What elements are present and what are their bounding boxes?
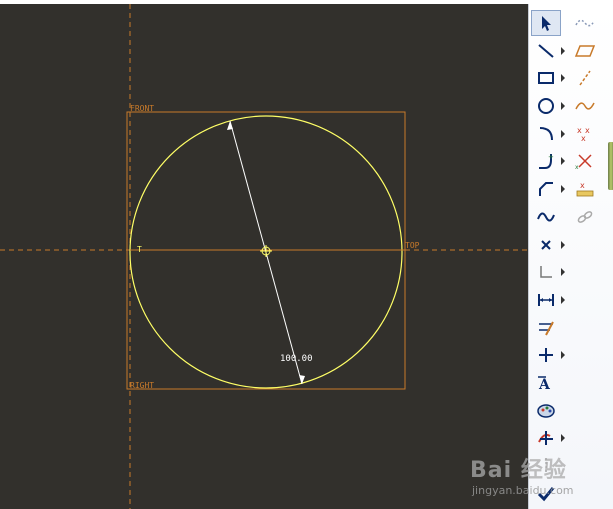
sketch-toolbar: + A x x x x x <box>528 4 613 509</box>
line-tool-button[interactable] <box>531 38 565 64</box>
chain-icon <box>577 210 593 223</box>
palette-tool-button[interactable] <box>531 398 561 424</box>
dropdown-arrow-icon[interactable] <box>561 46 565 55</box>
point-grid-icon: x <box>576 181 594 197</box>
modify-tool-button[interactable] <box>531 315 561 341</box>
svg-text:+: + <box>548 153 554 161</box>
centerline-tool-button[interactable] <box>567 65 603 91</box>
dimension-icon <box>538 293 554 306</box>
dropdown-arrow-icon[interactable] <box>561 185 565 194</box>
point-tool-button[interactable] <box>531 232 565 258</box>
pointer-icon <box>542 16 551 31</box>
rectangle-icon <box>538 72 554 85</box>
curve-tool-button[interactable] <box>567 93 603 119</box>
done-tool-button[interactable] <box>531 481 561 507</box>
blend-tool-button[interactable] <box>567 10 603 36</box>
sketch-canvas[interactable]: FRONT TOP RIGHT T 100.00 <box>0 4 528 509</box>
trim-icon <box>538 431 553 446</box>
chamfer-icon <box>539 182 553 197</box>
line-icon <box>538 43 554 58</box>
spline-tool-button[interactable] <box>531 204 561 230</box>
circle-icon <box>538 98 554 115</box>
spline-icon <box>537 212 555 222</box>
text-tool-button[interactable]: A <box>531 370 561 396</box>
text-icon: A <box>538 376 551 393</box>
svg-text:x: x <box>575 164 579 171</box>
mirror-icon <box>545 458 547 474</box>
secondary-tools-column: xxx x x <box>567 10 607 232</box>
dimension-arrow-top <box>227 121 233 130</box>
dropdown-arrow-icon[interactable] <box>561 434 565 443</box>
sketch-svg: FRONT TOP RIGHT T 100.00 <box>0 4 528 509</box>
right-datum-label: RIGHT <box>130 381 154 390</box>
point-cross-tool-button[interactable]: xxx <box>567 121 603 147</box>
chain-tool-button[interactable] <box>567 204 603 230</box>
wave-dashed-icon <box>575 19 595 27</box>
dropdown-arrow-icon[interactable] <box>561 129 565 138</box>
dashed-line-icon <box>579 70 591 86</box>
trim-tool-button[interactable] <box>531 425 565 451</box>
top-datum-label: TOP <box>405 241 420 250</box>
arc-tool-button[interactable] <box>531 121 565 147</box>
toolbar-scroll-handle[interactable] <box>608 142 613 190</box>
dimension-value-label[interactable]: 100.00 <box>280 354 313 364</box>
dropdown-arrow-icon[interactable] <box>561 157 565 166</box>
coordinate-system-tool-button[interactable] <box>531 259 565 285</box>
dropdown-arrow-icon[interactable] <box>561 295 565 304</box>
dropdown-arrow-icon[interactable] <box>561 240 565 249</box>
fillet-icon: + <box>539 153 554 170</box>
point-cross-tool-2-button[interactable]: x <box>567 148 603 174</box>
circle-tool-button[interactable] <box>531 93 565 119</box>
palette-icon <box>537 403 555 418</box>
svg-text:x: x <box>580 181 585 190</box>
fillet-tool-button[interactable]: + <box>531 148 565 174</box>
modify-icon <box>539 321 554 336</box>
dropdown-arrow-icon[interactable] <box>561 268 565 277</box>
svg-text:x: x <box>585 126 590 135</box>
dimension-tool-button[interactable] <box>531 287 565 313</box>
curve-icon <box>575 102 595 110</box>
front-datum-label: FRONT <box>130 104 154 113</box>
parallelogram-icon <box>574 44 596 57</box>
rectangle-tool-button[interactable] <box>531 65 565 91</box>
point-grid-tool-button[interactable]: x <box>567 176 603 202</box>
dropdown-arrow-icon[interactable] <box>561 102 565 111</box>
constraint-tool-button[interactable] <box>531 342 565 368</box>
mirror-tool-button[interactable] <box>531 453 561 479</box>
tangent-marker-label: T <box>137 245 142 254</box>
cross-points-icon: x <box>575 154 592 171</box>
dropdown-arrow-icon[interactable] <box>561 74 565 83</box>
constraint-icon <box>539 348 553 363</box>
point-icon <box>541 239 551 250</box>
arc-icon <box>539 126 553 140</box>
svg-text:x: x <box>581 134 586 143</box>
chamfer-tool-button[interactable] <box>531 176 565 202</box>
select-tool-button[interactable] <box>531 10 561 36</box>
svg-text:A: A <box>538 377 551 393</box>
parallelogram-tool-button[interactable] <box>567 38 603 64</box>
dropdown-arrow-icon[interactable] <box>561 351 565 360</box>
coordinate-icon <box>540 266 552 278</box>
cross-points-icon: x xx <box>577 126 590 143</box>
checkmark-icon <box>537 486 555 501</box>
sketch-tools-column: + A <box>531 10 565 508</box>
